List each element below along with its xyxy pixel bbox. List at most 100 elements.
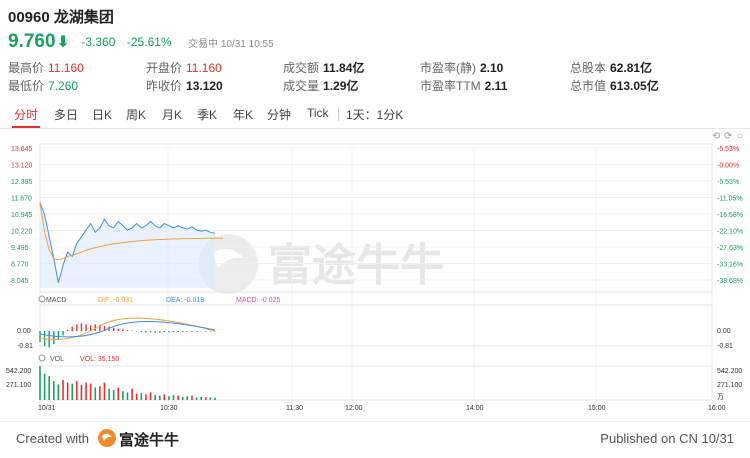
price-tick-label: 9.495 — [11, 245, 29, 252]
trading-status: 交易中 10/31 10:55 — [188, 38, 274, 50]
stat-value: 2.11 — [484, 79, 508, 93]
stat-label: 市盈率TTM — [420, 79, 481, 93]
volume-panel: VOL VOL: 35.150 — [38, 354, 216, 400]
row2-stat-3: 市盈率TTM 2.11 — [420, 77, 507, 94]
macd-tick: -0.81 — [17, 343, 33, 350]
stat-label: 成交量 — [283, 79, 320, 93]
stat-value: 13.120 — [186, 79, 223, 93]
price-tick-label: 11.670 — [11, 196, 32, 203]
pct-tick-label: -38.68% — [717, 278, 743, 285]
macd-panel: MACD DIF: -0.031 DEA: -0.018 MACD: -0.025 — [38, 295, 280, 348]
price-tick-label: 12.395 — [11, 179, 33, 186]
row2-stat-1: 昨收价 13.120 — [146, 77, 223, 94]
price-tick-label: 10.945 — [11, 212, 33, 219]
stat-label: 最低价 — [8, 79, 45, 93]
current-price: 9.760 — [8, 31, 56, 52]
vol-tick: 542.200 — [6, 368, 31, 375]
row1-stat-2: 成交额 11.84亿 — [283, 59, 364, 76]
macd-dif: DIF: -0.031 — [98, 297, 133, 304]
pct-tick-label: -22.10% — [717, 229, 743, 236]
price-tick-label: 13.645 — [11, 146, 33, 153]
tab-8[interactable]: Tick — [307, 106, 329, 120]
chart-tabs: 分时 多日 日K 周K 月K 季K 年K 分钟 Tick 1天：1分K — [0, 100, 750, 129]
price-change-pct: -25.61% — [126, 35, 172, 49]
stock-name: 龙湖集团 — [53, 9, 114, 26]
row1-stat-0: 最高价 11.160 — [8, 59, 84, 76]
tab-9[interactable]: 1天：1分K — [346, 106, 403, 123]
intraday-chart[interactable]: 富途牛牛 MACD DIF: -0.031 DEA: -0.018 MACD: -0.… — [0, 130, 750, 420]
stat-value: 1.29亿 — [323, 79, 359, 93]
vol-tick-right: 271.100 — [717, 382, 742, 389]
active-tab-underline — [12, 126, 40, 128]
price-change: -3.360 — [81, 35, 116, 49]
price-tick-label: 10.220 — [11, 229, 33, 236]
stat-label: 成交额 — [283, 61, 320, 75]
futu-logo-icon — [98, 429, 116, 447]
dea-line — [39, 320, 216, 338]
vol-tick-right: 542.200 — [717, 368, 742, 375]
row2-stat-0: 最低价 7.260 — [8, 77, 78, 94]
macd-tick: 0.00 — [17, 328, 31, 335]
pct-tick-label: -0.00% — [717, 163, 739, 170]
time-tick-label: 15:00 — [588, 405, 606, 412]
macd-tick-right: -0.81 — [717, 343, 733, 350]
stat-value: 613.05亿 — [610, 79, 659, 93]
pct-tick-label: -5.53% — [717, 146, 739, 153]
price-fill — [40, 202, 215, 288]
price-tick-label: 8.045 — [11, 278, 29, 285]
time-tick-label: 10/31 — [38, 405, 56, 412]
tab-4[interactable]: 月K — [162, 106, 182, 123]
time-tick-label: 10:30 — [160, 405, 178, 412]
row1-stat-4: 总股本 62.81亿 — [570, 59, 652, 76]
stat-label: 总市值 — [570, 79, 607, 93]
vol-value: VOL: 35.150 — [80, 356, 119, 363]
vol-unit: 万 — [717, 393, 724, 401]
tab-0[interactable]: 分时 — [14, 106, 38, 123]
macd-dea: DEA: -0.018 — [166, 297, 204, 304]
watermark-text: 富途牛牛 — [268, 241, 444, 290]
stat-label: 昨收价 — [146, 79, 183, 93]
stat-value: 7.260 — [48, 79, 79, 93]
published-date: Published on CN 10/31 — [600, 431, 734, 446]
vol-tick: 271.100 — [6, 382, 31, 389]
macd-frame — [39, 304, 713, 347]
tab-1[interactable]: 多日 — [54, 106, 78, 123]
stat-value: 2.10 — [480, 61, 504, 75]
tab-separator — [338, 108, 339, 121]
stat-label: 最高价 — [8, 61, 45, 75]
created-with-text: Created with — [16, 431, 89, 446]
tab-2[interactable]: 日K — [92, 106, 112, 123]
dif-line — [39, 317, 216, 340]
tab-5[interactable]: 季K — [197, 106, 217, 123]
tab-3[interactable]: 周K — [126, 106, 146, 123]
time-tick-label: 12:00 — [345, 405, 363, 412]
price-tick-label: 8.770 — [11, 262, 29, 269]
tab-6[interactable]: 年K — [233, 106, 253, 123]
stat-value: 11.160 — [186, 61, 222, 75]
footer: Created with 富途牛牛 Published on CN 10/31 — [0, 421, 750, 458]
row2-stat-2: 成交量 1.29亿 — [283, 77, 358, 94]
macd-value: MACD: -0.025 — [236, 297, 280, 304]
row1-stat-1: 开盘价 11.160 — [146, 59, 222, 76]
pct-tick-label: -5.53% — [717, 179, 739, 186]
price-tick-label: 13.120 — [11, 163, 33, 170]
pct-tick-label: -11.05% — [717, 196, 743, 203]
pct-tick-label: -33.16% — [717, 262, 743, 269]
stat-value: 11.160 — [48, 61, 84, 75]
vol-title: VOL — [50, 356, 64, 363]
time-tick-label: 16:00 — [708, 405, 726, 412]
pct-tick-label: -16.58% — [717, 212, 743, 219]
price-row: 9.760⬇ -3.360 -25.61% 交易中 10/31 10:55 — [8, 31, 274, 52]
down-arrow-icon: ⬇ — [56, 34, 70, 51]
tab-7[interactable]: 分钟 — [267, 106, 291, 123]
stat-label: 开盘价 — [146, 61, 183, 75]
time-tick-label: 14:00 — [466, 405, 484, 412]
macd-tick-right: 0.00 — [717, 328, 731, 335]
time-tick-label: 11:30 — [286, 405, 303, 412]
brand-name: 富途牛牛 — [119, 432, 180, 449]
stat-label: 总股本 — [570, 61, 607, 75]
row2-stat-4: 总市值 613.05亿 — [570, 77, 659, 94]
stock-title: 00960 龙湖集团 — [8, 6, 114, 27]
row1-stat-3: 市盈率(静) 2.10 — [420, 59, 503, 76]
stock-code: 00960 — [8, 9, 50, 26]
